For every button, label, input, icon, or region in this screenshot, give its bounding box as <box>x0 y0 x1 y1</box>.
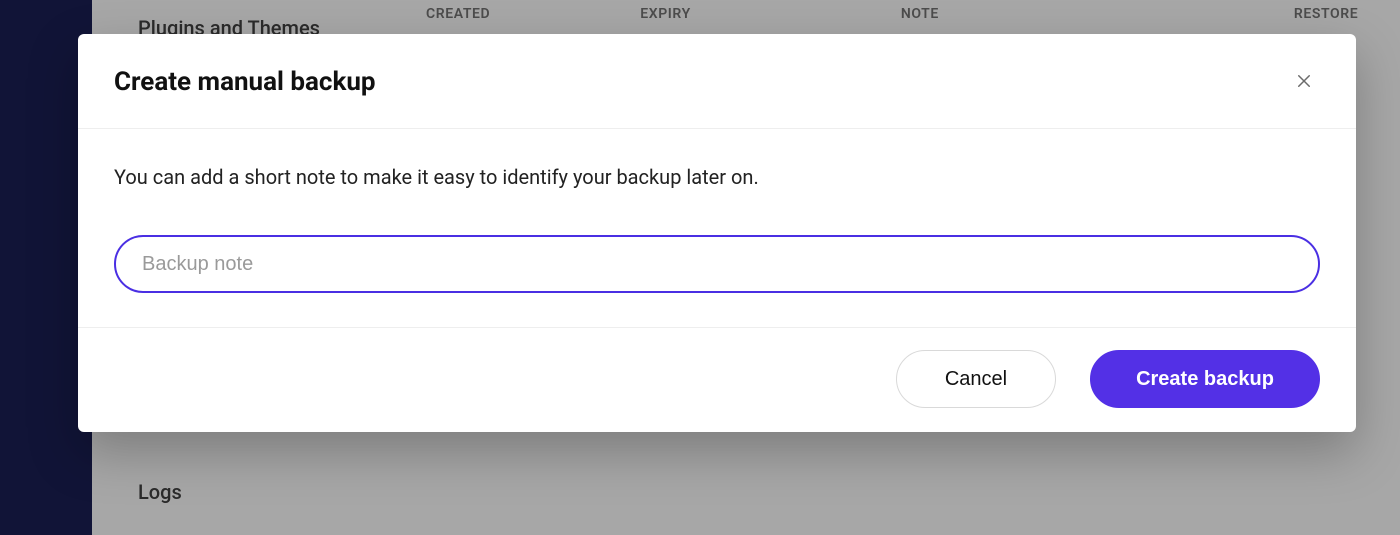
modal-body: You can add a short note to make it easy… <box>78 129 1356 328</box>
modal-description: You can add a short note to make it easy… <box>114 165 1320 189</box>
create-backup-button[interactable]: Create backup <box>1090 350 1320 408</box>
close-button[interactable] <box>1288 66 1320 98</box>
close-icon <box>1295 72 1313 93</box>
cancel-button[interactable]: Cancel <box>896 350 1056 408</box>
modal-footer: Cancel Create backup <box>78 328 1356 432</box>
modal-title: Create manual backup <box>114 67 376 97</box>
modal-header: Create manual backup <box>78 34 1356 129</box>
backup-note-input[interactable] <box>114 235 1320 293</box>
create-backup-modal: Create manual backup You can add a short… <box>78 34 1356 432</box>
